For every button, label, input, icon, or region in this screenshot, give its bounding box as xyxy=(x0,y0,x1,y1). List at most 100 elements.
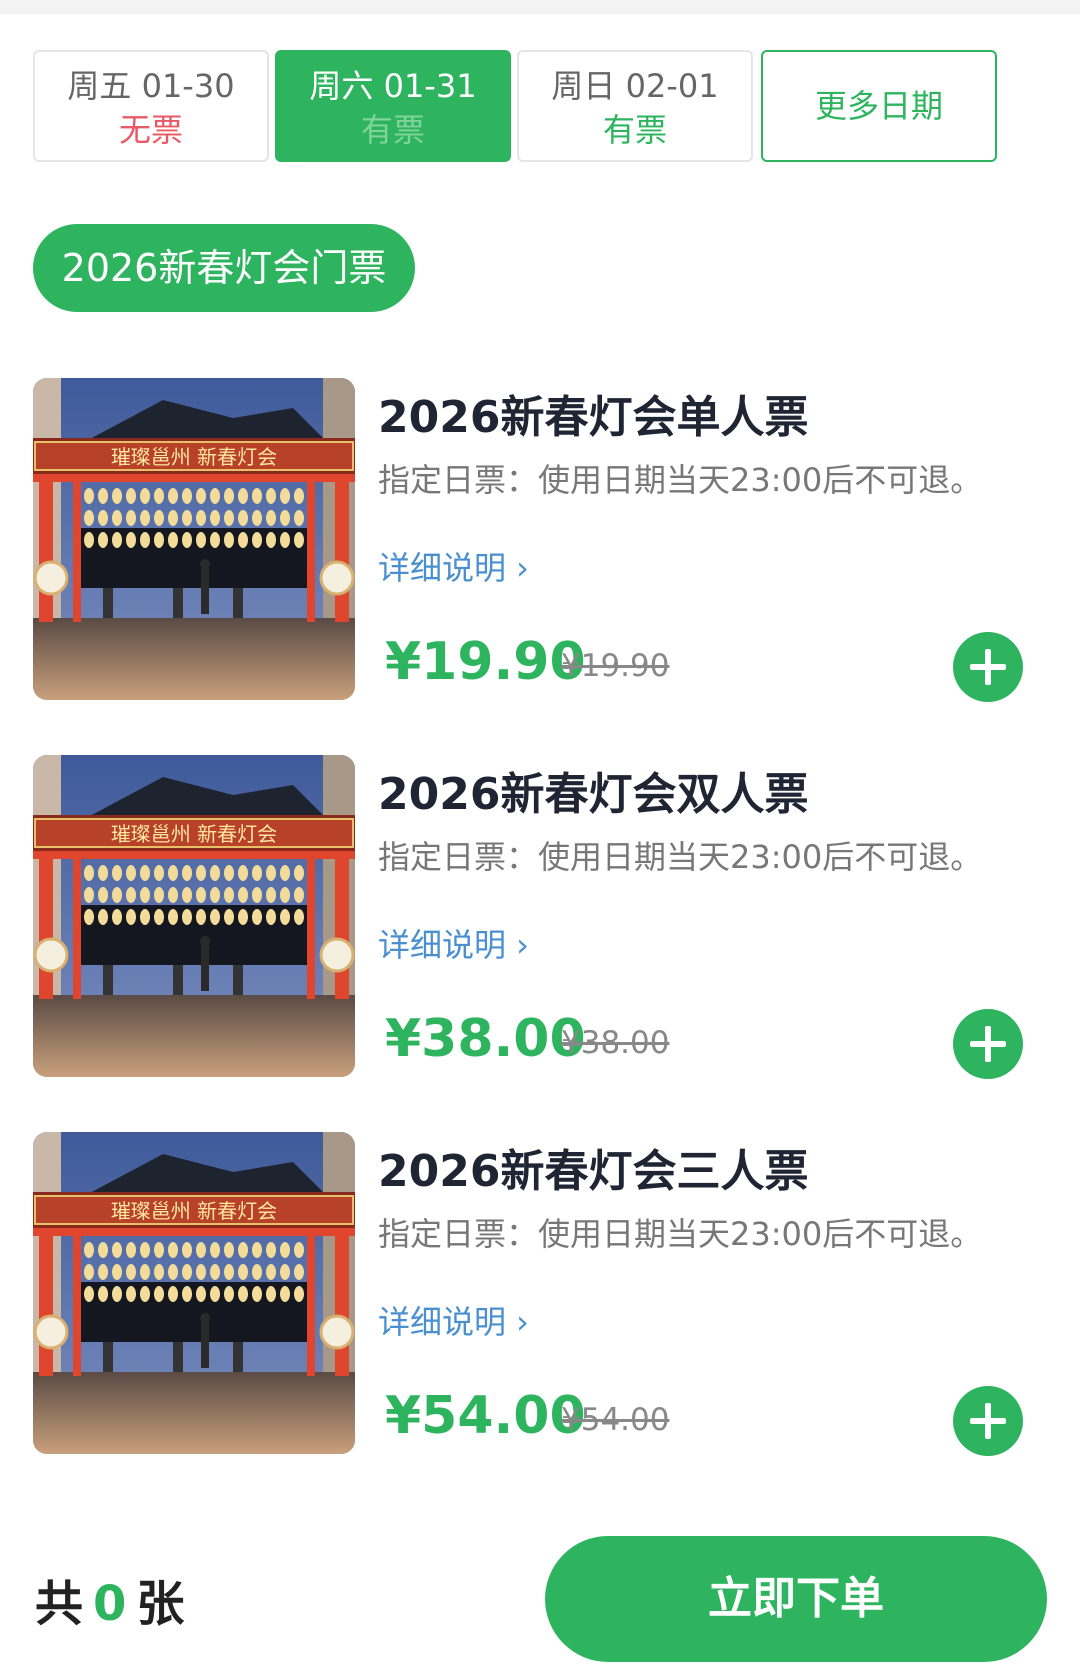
lantern xyxy=(280,1286,290,1302)
lantern xyxy=(224,865,234,881)
details-link[interactable]: 详细说明 › xyxy=(378,923,529,967)
lantern xyxy=(238,488,248,504)
ticket-item: 璀璨邕州 新春灯会 2026新春灯会单人票 指定日票：使用日期当天23:00后不… xyxy=(33,378,1047,702)
lantern xyxy=(112,887,122,903)
lantern xyxy=(126,909,136,925)
lantern xyxy=(112,532,122,548)
lantern xyxy=(98,488,108,504)
lantern xyxy=(126,887,136,903)
lantern xyxy=(224,887,234,903)
lantern xyxy=(294,1286,304,1302)
date-label: 周五 01-30 xyxy=(67,67,235,105)
lantern xyxy=(98,510,108,526)
stock-status: 有票 xyxy=(602,111,667,149)
lantern xyxy=(154,1242,164,1258)
lantern xyxy=(140,488,150,504)
lantern xyxy=(140,909,150,925)
date-label: 周六 01-31 xyxy=(309,67,477,105)
add-ticket-button[interactable] xyxy=(953,1386,1023,1456)
ticket-thumbnail[interactable]: 璀璨邕州 新春灯会 xyxy=(33,1132,355,1454)
lantern xyxy=(98,865,108,881)
count-prefix: 共 xyxy=(35,1576,84,1632)
original-price: ¥19.90 xyxy=(561,648,670,684)
festival-gate-image: 璀璨邕州 新春灯会 xyxy=(33,1132,355,1454)
lantern xyxy=(280,1242,290,1258)
lantern xyxy=(266,887,276,903)
ticket-item: 璀璨邕州 新春灯会 2026新春灯会双人票 指定日票：使用日期当天23:00后不… xyxy=(33,755,1047,1079)
lantern xyxy=(196,909,206,925)
lantern xyxy=(126,1242,136,1258)
lantern xyxy=(238,887,248,903)
more-dates-button[interactable]: 更多日期 xyxy=(761,50,997,162)
lantern xyxy=(98,1242,108,1258)
lantern xyxy=(112,510,122,526)
lantern xyxy=(196,532,206,548)
lantern xyxy=(210,1286,220,1302)
lantern xyxy=(168,865,178,881)
lantern xyxy=(98,1264,108,1280)
lantern xyxy=(266,1242,276,1258)
ticket-thumbnail[interactable]: 璀璨邕州 新春灯会 xyxy=(33,755,355,1077)
lantern xyxy=(126,1264,136,1280)
lantern xyxy=(182,1264,192,1280)
lantern xyxy=(196,488,206,504)
date-option-0201[interactable]: 周日 02-01 有票 xyxy=(517,50,753,162)
lantern xyxy=(98,532,108,548)
lantern xyxy=(196,865,206,881)
lantern xyxy=(210,865,220,881)
lantern xyxy=(280,909,290,925)
count-suffix: 张 xyxy=(136,1576,185,1632)
lantern xyxy=(84,1242,94,1258)
lantern xyxy=(168,532,178,548)
lantern xyxy=(168,510,178,526)
original-price: ¥38.00 xyxy=(561,1025,670,1061)
lantern xyxy=(294,1242,304,1258)
lantern xyxy=(238,1264,248,1280)
lantern xyxy=(168,887,178,903)
date-label: 周日 02-01 xyxy=(551,67,719,105)
lantern xyxy=(294,1264,304,1280)
lantern xyxy=(168,1242,178,1258)
lantern xyxy=(224,1286,234,1302)
lantern xyxy=(182,1242,192,1258)
lantern xyxy=(280,510,290,526)
lantern xyxy=(112,1264,122,1280)
lantern xyxy=(266,1286,276,1302)
lantern xyxy=(98,909,108,925)
ticket-description: 指定日票：使用日期当天23:00后不可退。 xyxy=(378,461,983,499)
lantern xyxy=(210,532,220,548)
lantern xyxy=(252,532,262,548)
ticket-category-tab[interactable]: 2026新春灯会门票 xyxy=(33,224,415,312)
lantern xyxy=(224,532,234,548)
details-link[interactable]: 详细说明 › xyxy=(378,1300,529,1344)
lantern xyxy=(84,909,94,925)
lantern xyxy=(126,488,136,504)
top-bar xyxy=(0,0,1080,14)
details-link[interactable]: 详细说明 › xyxy=(378,546,529,590)
lantern xyxy=(294,510,304,526)
date-option-0130[interactable]: 周五 01-30 无票 xyxy=(33,50,269,162)
date-option-0131[interactable]: 周六 01-31 有票 xyxy=(275,50,511,162)
add-ticket-button[interactable] xyxy=(953,1009,1023,1079)
lantern xyxy=(294,865,304,881)
place-order-button[interactable]: 立即下单 xyxy=(545,1536,1047,1662)
lantern xyxy=(168,1286,178,1302)
ticket-thumbnail[interactable]: 璀璨邕州 新春灯会 xyxy=(33,378,355,700)
lantern xyxy=(84,488,94,504)
lantern xyxy=(84,887,94,903)
lantern xyxy=(252,887,262,903)
lantern xyxy=(252,1264,262,1280)
lantern xyxy=(224,510,234,526)
lantern xyxy=(252,1242,262,1258)
lantern xyxy=(210,1242,220,1258)
lantern xyxy=(280,488,290,504)
lantern xyxy=(84,865,94,881)
lantern xyxy=(238,1242,248,1258)
lantern xyxy=(140,865,150,881)
add-ticket-button[interactable] xyxy=(953,632,1023,702)
lantern xyxy=(294,909,304,925)
lantern xyxy=(210,488,220,504)
lantern xyxy=(210,510,220,526)
lantern xyxy=(182,909,192,925)
lantern xyxy=(238,510,248,526)
